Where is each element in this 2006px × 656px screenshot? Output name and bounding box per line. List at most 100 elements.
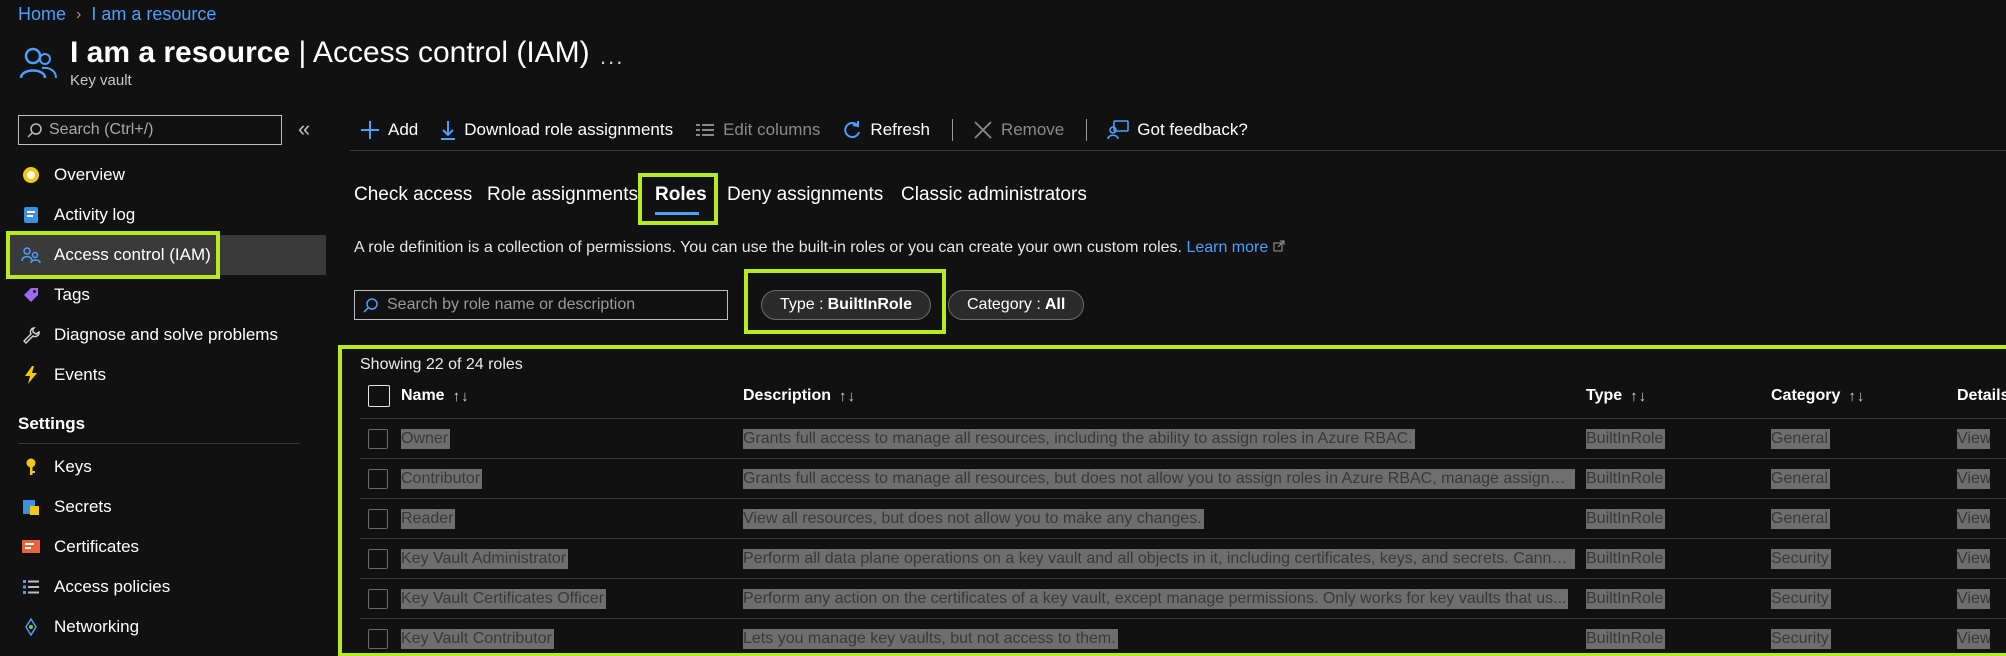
collapse-sidebar-icon[interactable]: « (298, 116, 310, 142)
role-name[interactable]: Key Vault Certificates Officer (401, 589, 607, 609)
table-row[interactable]: Contributor Grants full access to manage… (360, 458, 2006, 498)
users-icon (19, 47, 57, 79)
tab-classic-administrators[interactable]: Classic administrators (901, 184, 1087, 206)
sort-icon[interactable]: ↑↓ (839, 388, 856, 405)
sidebar-item-label: Tags (54, 285, 90, 304)
networking-icon (20, 616, 42, 638)
row-checkbox[interactable] (368, 509, 388, 529)
active-tab-indicator (655, 212, 699, 215)
download-role-assignments-button[interactable]: Download role assignments (440, 120, 673, 140)
sidebar-item-access-control[interactable]: Access control (IAM) (6, 231, 326, 279)
sort-icon[interactable]: ↑↓ (1630, 388, 1647, 405)
download-icon (441, 121, 456, 140)
table-row[interactable]: Owner Grants full access to manage all r… (360, 418, 2006, 458)
search-icon (27, 123, 42, 138)
more-options-icon[interactable]: ... (600, 44, 624, 70)
table-row[interactable]: Key Vault Contributor Lets you manage ke… (360, 618, 2006, 656)
edit-columns-button[interactable]: Edit columns (695, 120, 820, 140)
refresh-label: Refresh (870, 120, 930, 139)
secrets-icon (20, 496, 42, 518)
view-details-link[interactable]: View (1957, 509, 1990, 529)
role-search-placeholder: Search by role name or description (387, 296, 636, 313)
role-category: General (1771, 429, 1830, 449)
row-checkbox[interactable] (368, 629, 388, 649)
column-header-name[interactable]: Name ↑↓ (401, 387, 470, 405)
overview-icon (20, 164, 42, 186)
sidebar-item-label: Secrets (54, 497, 112, 516)
role-name[interactable]: Contributor (401, 469, 483, 489)
sidebar-item-overview[interactable]: Overview (10, 155, 326, 195)
tab-check-access[interactable]: Check access (354, 184, 472, 206)
role-category: Security (1771, 629, 1831, 649)
row-checkbox[interactable] (368, 549, 388, 569)
sidebar-item-access-policies[interactable]: Access policies (10, 567, 326, 607)
row-checkbox[interactable] (368, 429, 388, 449)
role-name[interactable]: Key Vault Administrator (401, 549, 569, 569)
toolbar-divider (350, 150, 2006, 151)
sidebar-item-keys[interactable]: Keys (10, 447, 326, 487)
table-row[interactable]: Reader View all resources, but does not … (360, 498, 2006, 538)
add-button[interactable]: Add (360, 120, 418, 140)
page-title: I am a resource | Access control (IAM) (70, 36, 590, 69)
category-filter-pill[interactable]: Category : All (948, 290, 1085, 320)
role-category: General (1771, 469, 1830, 489)
sidebar-section-settings: Settings (18, 414, 86, 433)
tab-deny-assignments[interactable]: Deny assignments (727, 184, 883, 206)
role-search-input[interactable]: Search by role name or description (354, 290, 728, 320)
external-link-icon[interactable] (1273, 240, 1285, 252)
column-header-type[interactable]: Type ↑↓ (1586, 387, 1647, 405)
row-checkbox[interactable] (368, 469, 388, 489)
table-row[interactable]: Key Vault Administrator Perform all data… (360, 538, 2006, 578)
role-category: Security (1771, 589, 1831, 609)
feedback-button[interactable]: Got feedback? (1107, 120, 1248, 140)
sidebar-item-label: Networking (54, 617, 140, 636)
policies-icon (20, 576, 42, 598)
sidebar-item-tags[interactable]: Tags (10, 275, 326, 315)
chevron-right-icon: › (76, 5, 82, 23)
sidebar-search-input[interactable]: Search (Ctrl+/) (18, 115, 282, 145)
tab-role-assignments[interactable]: Role assignments (487, 184, 638, 206)
command-bar: Add Download role assignments Edit colum… (360, 114, 1270, 146)
table-row[interactable]: Key Vault Certificates Officer Perform a… (360, 578, 2006, 618)
plus-icon (361, 121, 379, 139)
sidebar-item-networking[interactable]: Networking (10, 607, 326, 647)
view-details-link[interactable]: View (1957, 589, 1990, 609)
select-all-checkbox[interactable] (368, 385, 390, 407)
view-details-link[interactable]: View (1957, 429, 1990, 449)
refresh-button[interactable]: Refresh (842, 120, 930, 140)
breadcrumb-current[interactable]: I am a resource (91, 4, 216, 25)
row-checkbox[interactable] (368, 589, 388, 609)
remove-button[interactable]: Remove (973, 120, 1064, 140)
toolbar-separator (951, 119, 953, 141)
page-subtitle: Key vault (70, 72, 132, 89)
certificate-icon (20, 536, 42, 558)
sidebar-item-activity-log[interactable]: Activity log (10, 195, 326, 235)
sort-icon[interactable]: ↑↓ (1848, 388, 1865, 405)
toolbar-separator (1086, 119, 1088, 141)
breadcrumb-home[interactable]: Home (18, 4, 66, 25)
highlight-box (744, 269, 946, 334)
role-type: BuiltInRole (1586, 469, 1666, 489)
view-details-link[interactable]: View (1957, 549, 1990, 569)
column-header-category[interactable]: Category ↑↓ (1771, 387, 1865, 405)
view-details-link[interactable]: View (1957, 629, 1990, 649)
role-name[interactable]: Key Vault Contributor (401, 629, 554, 649)
sidebar-item-certificates[interactable]: Certificates (10, 527, 326, 567)
learn-more-link[interactable]: Learn more (1186, 239, 1268, 256)
column-header-description[interactable]: Description ↑↓ (743, 387, 856, 405)
edit-columns-icon (696, 124, 715, 136)
role-name[interactable]: Owner (401, 429, 451, 449)
view-details-link[interactable]: View (1957, 469, 1990, 489)
role-description: View all resources, but does not allow y… (743, 509, 1204, 529)
role-description: Grants full access to manage all resourc… (743, 429, 1415, 449)
role-name[interactable]: Reader (401, 509, 456, 529)
role-category: General (1771, 509, 1830, 529)
sidebar-item-diagnose[interactable]: Diagnose and solve problems (10, 315, 326, 355)
role-description: Perform any action on the certificates o… (743, 589, 1569, 609)
roles-description: A role definition is a collection of per… (354, 239, 1285, 257)
sidebar-item-events[interactable]: Events (10, 355, 326, 395)
role-description: Perform all data plane operations on a k… (743, 549, 1575, 569)
sort-icon[interactable]: ↑↓ (453, 388, 470, 405)
section-divider (18, 443, 300, 444)
sidebar-item-secrets[interactable]: Secrets (10, 487, 326, 527)
